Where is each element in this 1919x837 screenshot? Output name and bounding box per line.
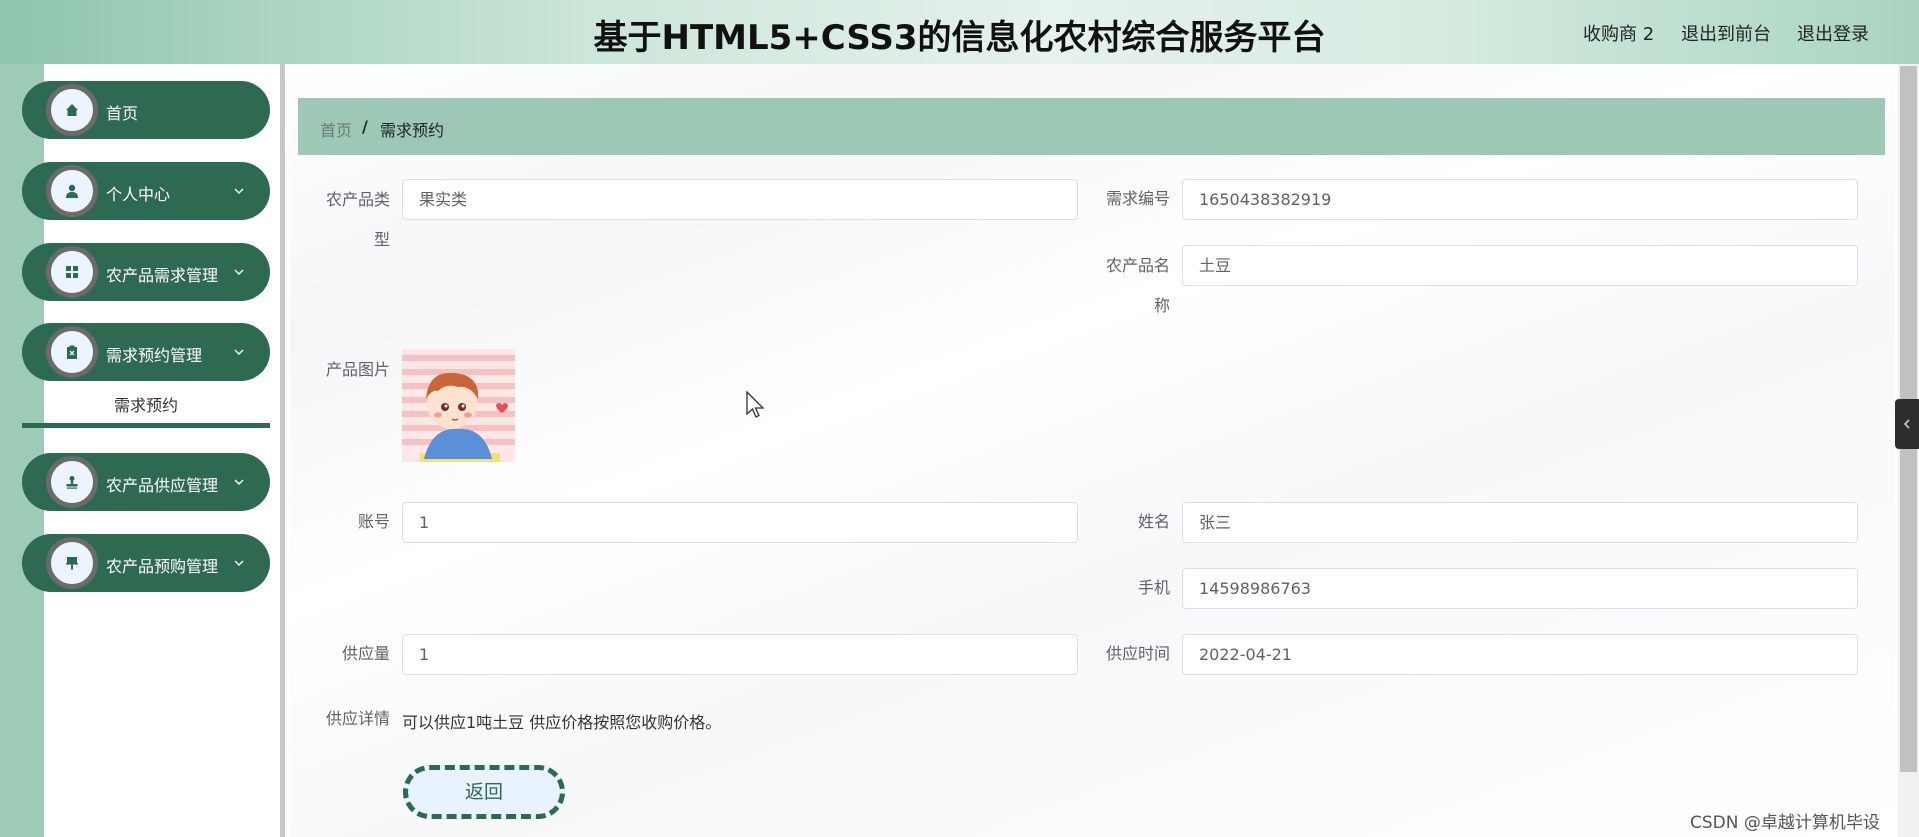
product-image	[402, 349, 515, 462]
breadcrumb-home-link[interactable]: 首页	[320, 117, 352, 141]
sidebar-divider	[280, 64, 285, 837]
supply-quantity-field[interactable]: 1	[402, 634, 1078, 675]
breadcrumb-current: 需求预约	[380, 121, 445, 140]
sidebar-item-reservation-management[interactable]: 需求预约管理	[22, 323, 270, 381]
category-label: 农产品类型	[325, 190, 390, 249]
sidebar-item-supply-management[interactable]: 农产品供应管理	[22, 453, 270, 511]
product-image-label: 产品图片	[325, 360, 390, 379]
stamp-icon	[46, 456, 98, 508]
chevron-down-icon	[234, 188, 244, 195]
clipboard-icon	[46, 326, 98, 378]
home-icon	[46, 84, 98, 136]
logout-link[interactable]: 退出登录	[1797, 20, 1869, 46]
current-user-label: 收购商 2	[1583, 24, 1655, 45]
back-button[interactable]: 返回	[403, 765, 565, 819]
chevron-down-icon	[234, 479, 244, 486]
sidebar-item-label: 农产品预购管理	[106, 557, 219, 576]
supply-detail-text: 可以供应1吨土豆 供应价格按照您收购价格。	[402, 713, 722, 732]
sidebar-item-personal-center[interactable]: 个人中心	[22, 162, 270, 220]
top-header: 基于HTML5+CSS3的信息化农村综合服务平台 收购商 2 退出到前台 退出登…	[0, 0, 1919, 64]
phone-label: 手机	[1137, 578, 1170, 597]
demand-number-label: 需求编号	[1105, 189, 1170, 208]
name-label: 姓名	[1137, 512, 1170, 531]
account-field[interactable]: 1	[402, 502, 1078, 543]
pin-icon	[46, 537, 98, 589]
supply-quantity-label: 供应量	[341, 644, 390, 663]
chevron-down-icon	[234, 349, 244, 356]
collapse-panel-tab[interactable]	[1895, 399, 1919, 449]
supply-detail-label: 供应详情	[325, 709, 390, 728]
watermark: CSDN @卓越计算机毕设	[1690, 813, 1880, 833]
sidebar-item-label: 个人中心	[106, 185, 171, 204]
sidebar-subitem-demand-reservation[interactable]: 需求预约	[22, 388, 270, 428]
sidebar-item-demand-management[interactable]: 农产品需求管理	[22, 243, 270, 301]
mouse-cursor-icon	[746, 390, 765, 418]
sidebar-item-prepurchase-management[interactable]: 农产品预购管理	[22, 534, 270, 592]
phone-field[interactable]: 14598986763	[1182, 568, 1858, 609]
user-icon	[46, 165, 98, 217]
sidebar-item-label: 农产品需求管理	[106, 266, 219, 285]
category-field[interactable]: 果实类	[402, 179, 1078, 220]
product-name-label: 农产品名称	[1105, 256, 1170, 315]
sidebar-item-label: 农产品供应管理	[106, 476, 219, 495]
product-name-field[interactable]: 土豆	[1182, 245, 1858, 286]
account-label: 账号	[357, 512, 390, 531]
chevron-down-icon	[234, 560, 244, 567]
chevron-down-icon	[234, 269, 244, 276]
name-field[interactable]: 张三	[1182, 502, 1858, 543]
supply-time-field[interactable]: 2022-04-21	[1182, 634, 1858, 675]
demand-number-field[interactable]: 1650438382919	[1182, 179, 1858, 220]
sidebar-item-label: 首页	[106, 104, 139, 123]
breadcrumb: 首页 / 需求预约	[298, 98, 1885, 155]
chevron-left-icon	[1903, 419, 1910, 429]
sidebar-item-home[interactable]: 首页	[22, 81, 270, 139]
sidebar-item-label: 需求预约管理	[106, 346, 203, 365]
breadcrumb-separator: /	[362, 117, 368, 136]
supply-time-label: 供应时间	[1105, 644, 1170, 663]
exit-to-front-link[interactable]: 退出到前台	[1681, 20, 1771, 46]
grid-icon	[46, 246, 98, 298]
